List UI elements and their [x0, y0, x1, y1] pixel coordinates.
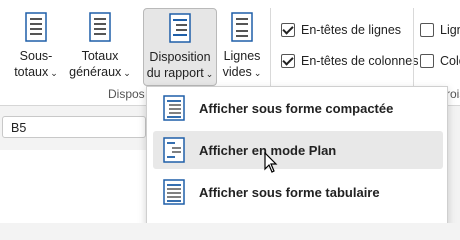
menu-item-compact-label: Afficher sous forme compactée [199, 100, 394, 116]
blank-rows-label-2-wrap: vides ⌄ [223, 64, 262, 81]
compact-layout-icon [163, 95, 185, 121]
chevron-down-icon: ⌄ [205, 69, 214, 79]
excel-window: Sous- totaux ⌄ Totaux généraux ⌄ Disposi… [0, 0, 460, 223]
subtotals-button[interactable]: Sous- totaux ⌄ [8, 8, 64, 82]
blank-rows-label-1: Lignes [223, 49, 261, 63]
report-layout-icon [169, 13, 191, 43]
mouse-pointer-icon [264, 152, 278, 173]
row-headers-checkbox[interactable]: En-têtes de lignes [281, 23, 401, 37]
group-separator [413, 8, 414, 94]
subtotals-label-2: totaux [14, 65, 49, 79]
name-box[interactable]: B5 [2, 116, 146, 138]
subtotals-icon [25, 12, 47, 42]
chevron-down-icon: ⌄ [123, 68, 131, 78]
row-headers-label: En-têtes de lignes [301, 23, 402, 37]
menu-item-tabular-label: Afficher sous forme tabulaire [199, 184, 380, 200]
blank-rows-label-2: vides [222, 65, 252, 79]
layout-group-label: Dispos [108, 87, 145, 101]
outline-layout-icon [163, 137, 185, 163]
banded-rows-label: Lign [440, 23, 460, 37]
blank-rows-icon [231, 12, 253, 42]
col-headers-checkbox[interactable]: En-têtes de colonnes [281, 54, 418, 68]
grand-totals-label-2: généraux [69, 65, 122, 79]
grand-totals-button[interactable]: Totaux généraux ⌄ [68, 8, 132, 82]
tabular-layout-icon [163, 179, 185, 205]
menu-item-outline[interactable]: Afficher en mode Plan [153, 131, 443, 169]
worksheet-area [0, 150, 146, 223]
grand-totals-label-1: Totaux [81, 49, 119, 63]
menu-item-compact[interactable]: Afficher sous forme compactée [153, 89, 443, 127]
banded-rows-checkbox[interactable]: Lign [420, 23, 460, 37]
report-layout-menu: Afficher sous forme compactée Afficher e… [146, 86, 448, 223]
subtotals-label-1: Sous- [19, 49, 53, 63]
report-layout-label-2: du rapport [146, 66, 204, 80]
menu-item-tabular[interactable]: Afficher sous forme tabulaire [153, 173, 443, 211]
chevron-down-icon: ⌄ [253, 68, 262, 78]
group-separator [270, 8, 271, 94]
subtotals-label-2-wrap: totaux ⌄ [14, 64, 58, 81]
checkbox-unchecked-icon [420, 54, 434, 68]
blank-rows-button[interactable]: Lignes vides ⌄ [220, 8, 264, 82]
checkbox-checked-icon [281, 54, 295, 68]
banded-cols-label: Colo [440, 54, 460, 68]
report-layout-button[interactable]: Disposition du rapport ⌄ [143, 8, 217, 86]
grand-totals-icon [89, 12, 111, 42]
checkbox-checked-icon [281, 23, 295, 37]
col-headers-label: En-têtes de colonnes [301, 54, 419, 68]
chevron-down-icon: ⌄ [50, 68, 58, 78]
checkbox-unchecked-icon [420, 23, 434, 37]
report-layout-label-2-wrap: du rapport ⌄ [147, 65, 214, 82]
grand-totals-label-2-wrap: généraux ⌄ [69, 64, 131, 81]
banded-cols-checkbox[interactable]: Colo [420, 54, 460, 68]
style-options-group-label: rois [446, 87, 460, 101]
report-layout-label-1: Disposition [149, 50, 211, 64]
